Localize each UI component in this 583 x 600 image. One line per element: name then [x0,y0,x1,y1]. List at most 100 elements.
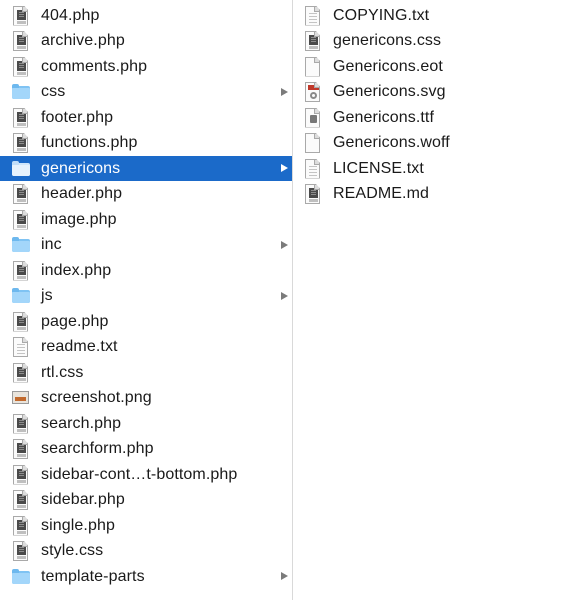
parent-folder-column[interactable]: 404.php archive.php comments.php css footer.… [0,0,293,600]
file-name: README.md [333,185,430,202]
file-name: Genericons.eot [333,57,443,75]
file-name: archive.php [41,32,125,49]
text-file-icon [304,5,321,26]
file-name: rtl.css [41,363,84,381]
file-name: search.php [41,414,122,432]
woff-file-icon [304,133,321,153]
file-name: searchform.php [41,440,154,457]
css-file-icon [12,362,29,383]
php-file-icon [12,209,29,230]
file-name: inc [41,236,62,253]
file-row[interactable]: header.php [0,182,292,207]
file-name: functions.php [41,134,138,151]
file-name: js [41,287,53,304]
file-row[interactable]: Genericons.eot [294,54,583,79]
file-row[interactable]: search.php [0,411,292,436]
php-file-icon [12,56,29,77]
file-row[interactable]: rtl.css [0,360,292,385]
file-name: comments.php [41,57,148,75]
file-name: header.php [41,185,123,202]
file-name: template-parts [41,567,145,585]
md-file-icon [304,184,321,204]
ttf-font-icon [304,107,321,128]
php-file-icon [12,260,29,281]
folder-row[interactable]: genericons [0,156,292,181]
php-file-icon [12,107,29,128]
file-row[interactable]: README.md [294,182,583,207]
file-row[interactable]: style.css [0,539,292,564]
css-file-icon [12,541,29,561]
php-file-icon [12,5,29,26]
php-file-icon [12,464,29,485]
css-file-icon [304,31,321,51]
file-name: Genericons.woff [333,134,450,151]
folder-icon [12,82,30,102]
disclosure-arrow-icon[interactable] [281,572,288,580]
php-file-icon [12,311,29,332]
file-row[interactable]: index.php [0,258,292,283]
file-row[interactable]: comments.php [0,54,292,79]
file-name: LICENSE.txt [333,159,424,177]
file-name: page.php [41,312,109,330]
folder-icon [12,567,30,587]
folder-row[interactable]: css [0,80,292,105]
disclosure-arrow-icon[interactable] [281,87,288,96]
svg-file-icon [304,82,321,102]
eot-file-icon [304,56,321,77]
text-file-icon [12,337,29,357]
file-name: genericons.css [333,32,442,49]
file-name: css [41,83,66,100]
file-name: Genericons.svg [333,83,446,100]
disclosure-arrow-icon[interactable] [281,164,288,172]
php-file-icon [12,515,29,536]
file-row[interactable]: page.php [0,309,292,334]
file-row[interactable]: Genericons.woff [294,131,583,156]
file-row[interactable]: Genericons.svg [294,80,583,105]
file-name: sidebar.php [41,491,125,508]
file-row[interactable]: single.php [0,513,292,538]
php-file-icon [12,439,29,459]
file-row[interactable]: functions.php [0,131,292,156]
folder-icon [12,286,30,306]
file-row[interactable]: readme.txt [0,335,292,360]
file-name: genericons [41,159,121,177]
file-row[interactable]: image.php [0,207,292,232]
file-name: index.php [41,261,112,279]
file-name: COPYING.txt [333,6,430,24]
folder-row[interactable]: inc [0,233,292,258]
file-row[interactable]: footer.php [0,105,292,130]
folder-row[interactable]: template-parts [0,564,292,589]
file-name: readme.txt [41,338,118,355]
file-row[interactable]: genericons.css [294,29,583,54]
folder-icon [12,159,30,179]
file-name: sidebar-cont…t-bottom.php [41,465,238,483]
disclosure-arrow-icon[interactable] [281,291,288,300]
disclosure-arrow-icon[interactable] [281,240,288,249]
file-row[interactable]: COPYING.txt [294,3,583,28]
file-row[interactable]: screenshot.png [0,386,292,411]
finder-column-browser: 404.php archive.php comments.php css footer.… [0,0,583,600]
file-row[interactable]: 404.php [0,3,292,28]
php-file-icon [12,413,29,434]
php-file-icon [12,184,29,204]
file-row[interactable]: sidebar-cont…t-bottom.php [0,462,292,487]
php-file-icon [12,133,29,153]
file-row[interactable]: searchform.php [0,437,292,462]
file-row[interactable]: archive.php [0,29,292,54]
file-name: footer.php [41,108,114,126]
file-name: screenshot.png [41,389,152,406]
file-row[interactable]: LICENSE.txt [294,156,583,181]
file-name: style.css [41,542,104,559]
png-image-icon [12,388,29,408]
folder-row[interactable]: js [0,284,292,309]
file-name: 404.php [41,6,100,24]
file-name: Genericons.ttf [333,108,435,126]
folder-icon [12,235,30,255]
genericons-folder-column[interactable]: COPYING.txt genericons.css Genericons.eot G… [294,0,583,600]
file-name: image.php [41,210,117,228]
file-name: single.php [41,516,115,534]
file-row[interactable]: sidebar.php [0,488,292,513]
file-row[interactable]: Genericons.ttf [294,105,583,130]
php-file-icon [12,31,29,51]
php-file-icon [12,490,29,510]
